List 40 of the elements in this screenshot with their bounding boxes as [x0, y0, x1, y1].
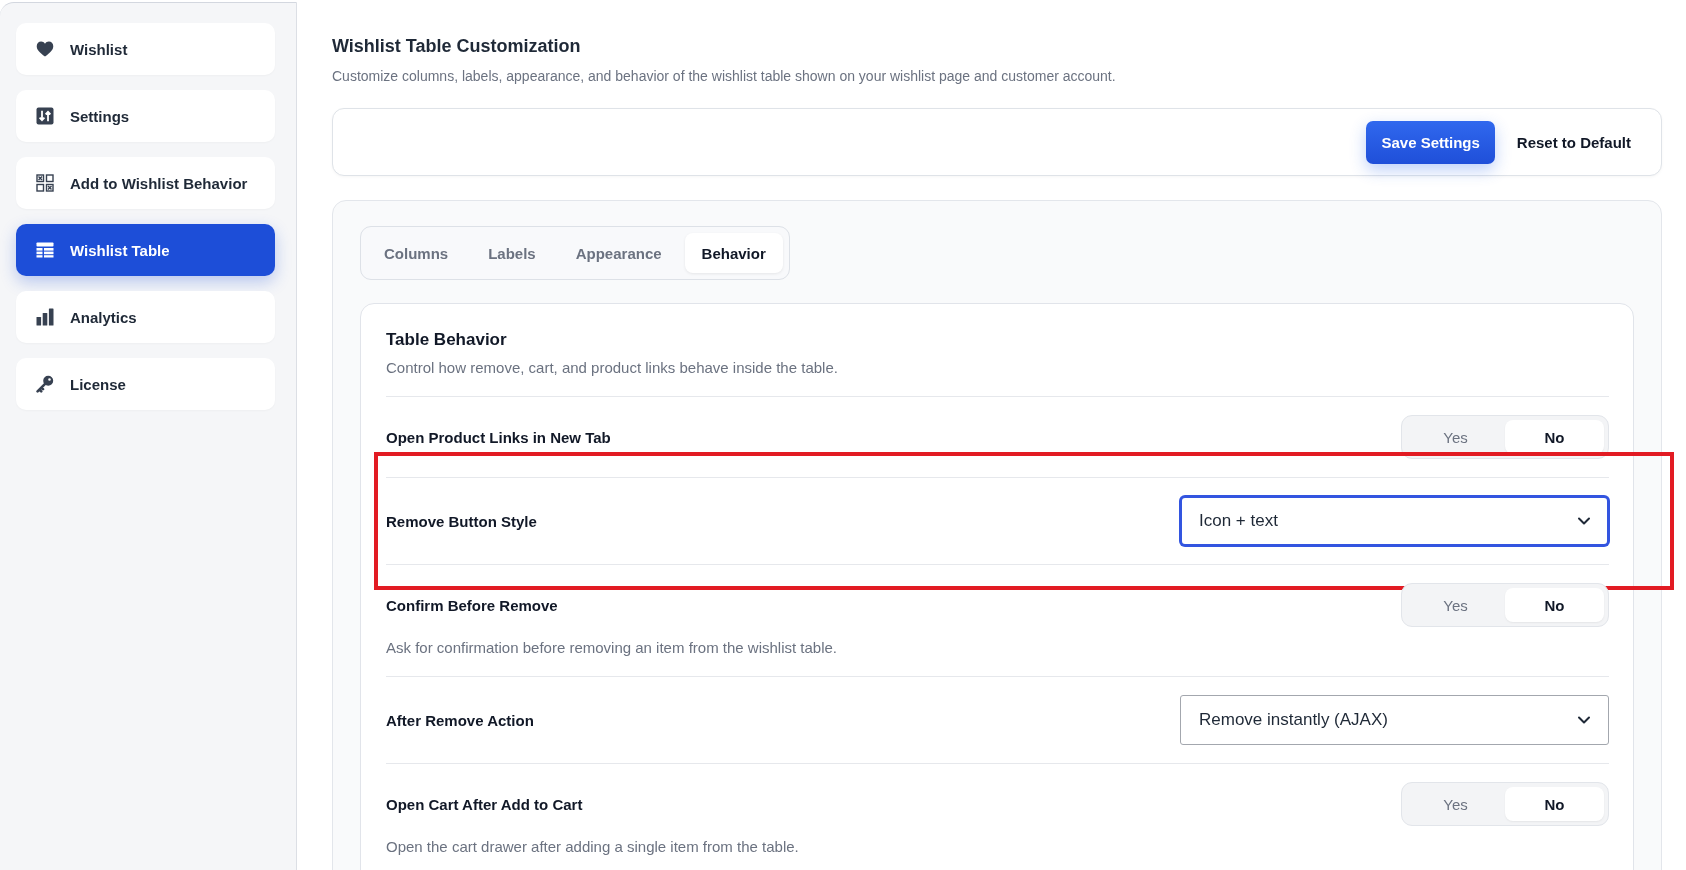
table-icon [36, 241, 54, 259]
sidebar-item[interactable]: Settings [16, 90, 275, 142]
toggle-option[interactable]: No [1505, 420, 1604, 454]
page-subtitle: Customize columns, labels, appearance, and behavior of the wishlist table shown on your wishlist page and customer account. [332, 67, 1117, 86]
toggle-option[interactable]: Yes [1406, 420, 1505, 454]
setting-description: Open the cart drawer after adding a single item from the table. [386, 837, 800, 857]
setting-label: Confirm Before Remove [386, 596, 558, 614]
grid-icon [36, 174, 54, 192]
sidebar-item[interactable]: License [16, 358, 275, 410]
dropdown[interactable]: Icon + text [1180, 496, 1609, 546]
page-title: Wishlist Table Customization [332, 35, 582, 58]
sidebar-item[interactable]: Add to Wishlist Behavior [16, 157, 275, 209]
toggle-option[interactable]: Yes [1406, 787, 1505, 821]
section-description: Control how remove, cart, and product links behave inside the table. [386, 358, 839, 378]
setting-label: Open Cart After Add to Cart [386, 795, 583, 813]
toggle-option[interactable]: No [1505, 787, 1604, 821]
yes-no-toggle[interactable]: Yes No [1401, 782, 1609, 826]
bar-chart-icon [36, 308, 54, 326]
yes-no-toggle[interactable]: Yes No [1401, 415, 1609, 459]
setting-label: After Remove Action [386, 711, 534, 729]
setting-description: Ask for confirmation before removing an item from the wishlist table. [386, 638, 839, 658]
heart-icon [36, 40, 54, 58]
yes-no-toggle[interactable]: Yes No [1401, 583, 1609, 627]
sidebar-item[interactable]: Wishlist Table [16, 224, 275, 276]
reset-button[interactable]: Reset to Default [1502, 120, 1645, 164]
setting-label: Remove Button Style [386, 512, 537, 530]
tab[interactable]: Columns [367, 233, 466, 273]
sidebar-item[interactable]: Wishlist [16, 23, 275, 75]
setting-label: Open Product Links in New Tab [386, 428, 611, 446]
tab[interactable]: Labels [471, 233, 553, 273]
toggle-option[interactable]: Yes [1406, 588, 1505, 622]
sort-arrows-icon [36, 107, 54, 125]
tab[interactable]: Appearance [558, 233, 679, 273]
save-button[interactable]: Save Settings [1366, 120, 1495, 164]
section-title: Table Behavior [386, 329, 508, 351]
toggle-option[interactable]: No [1505, 588, 1604, 622]
sidebar-item[interactable]: Analytics [16, 291, 275, 343]
tab[interactable]: Behavior [684, 233, 783, 273]
dropdown[interactable]: Remove instantly (AJAX) [1180, 695, 1609, 745]
key-icon [36, 375, 54, 393]
